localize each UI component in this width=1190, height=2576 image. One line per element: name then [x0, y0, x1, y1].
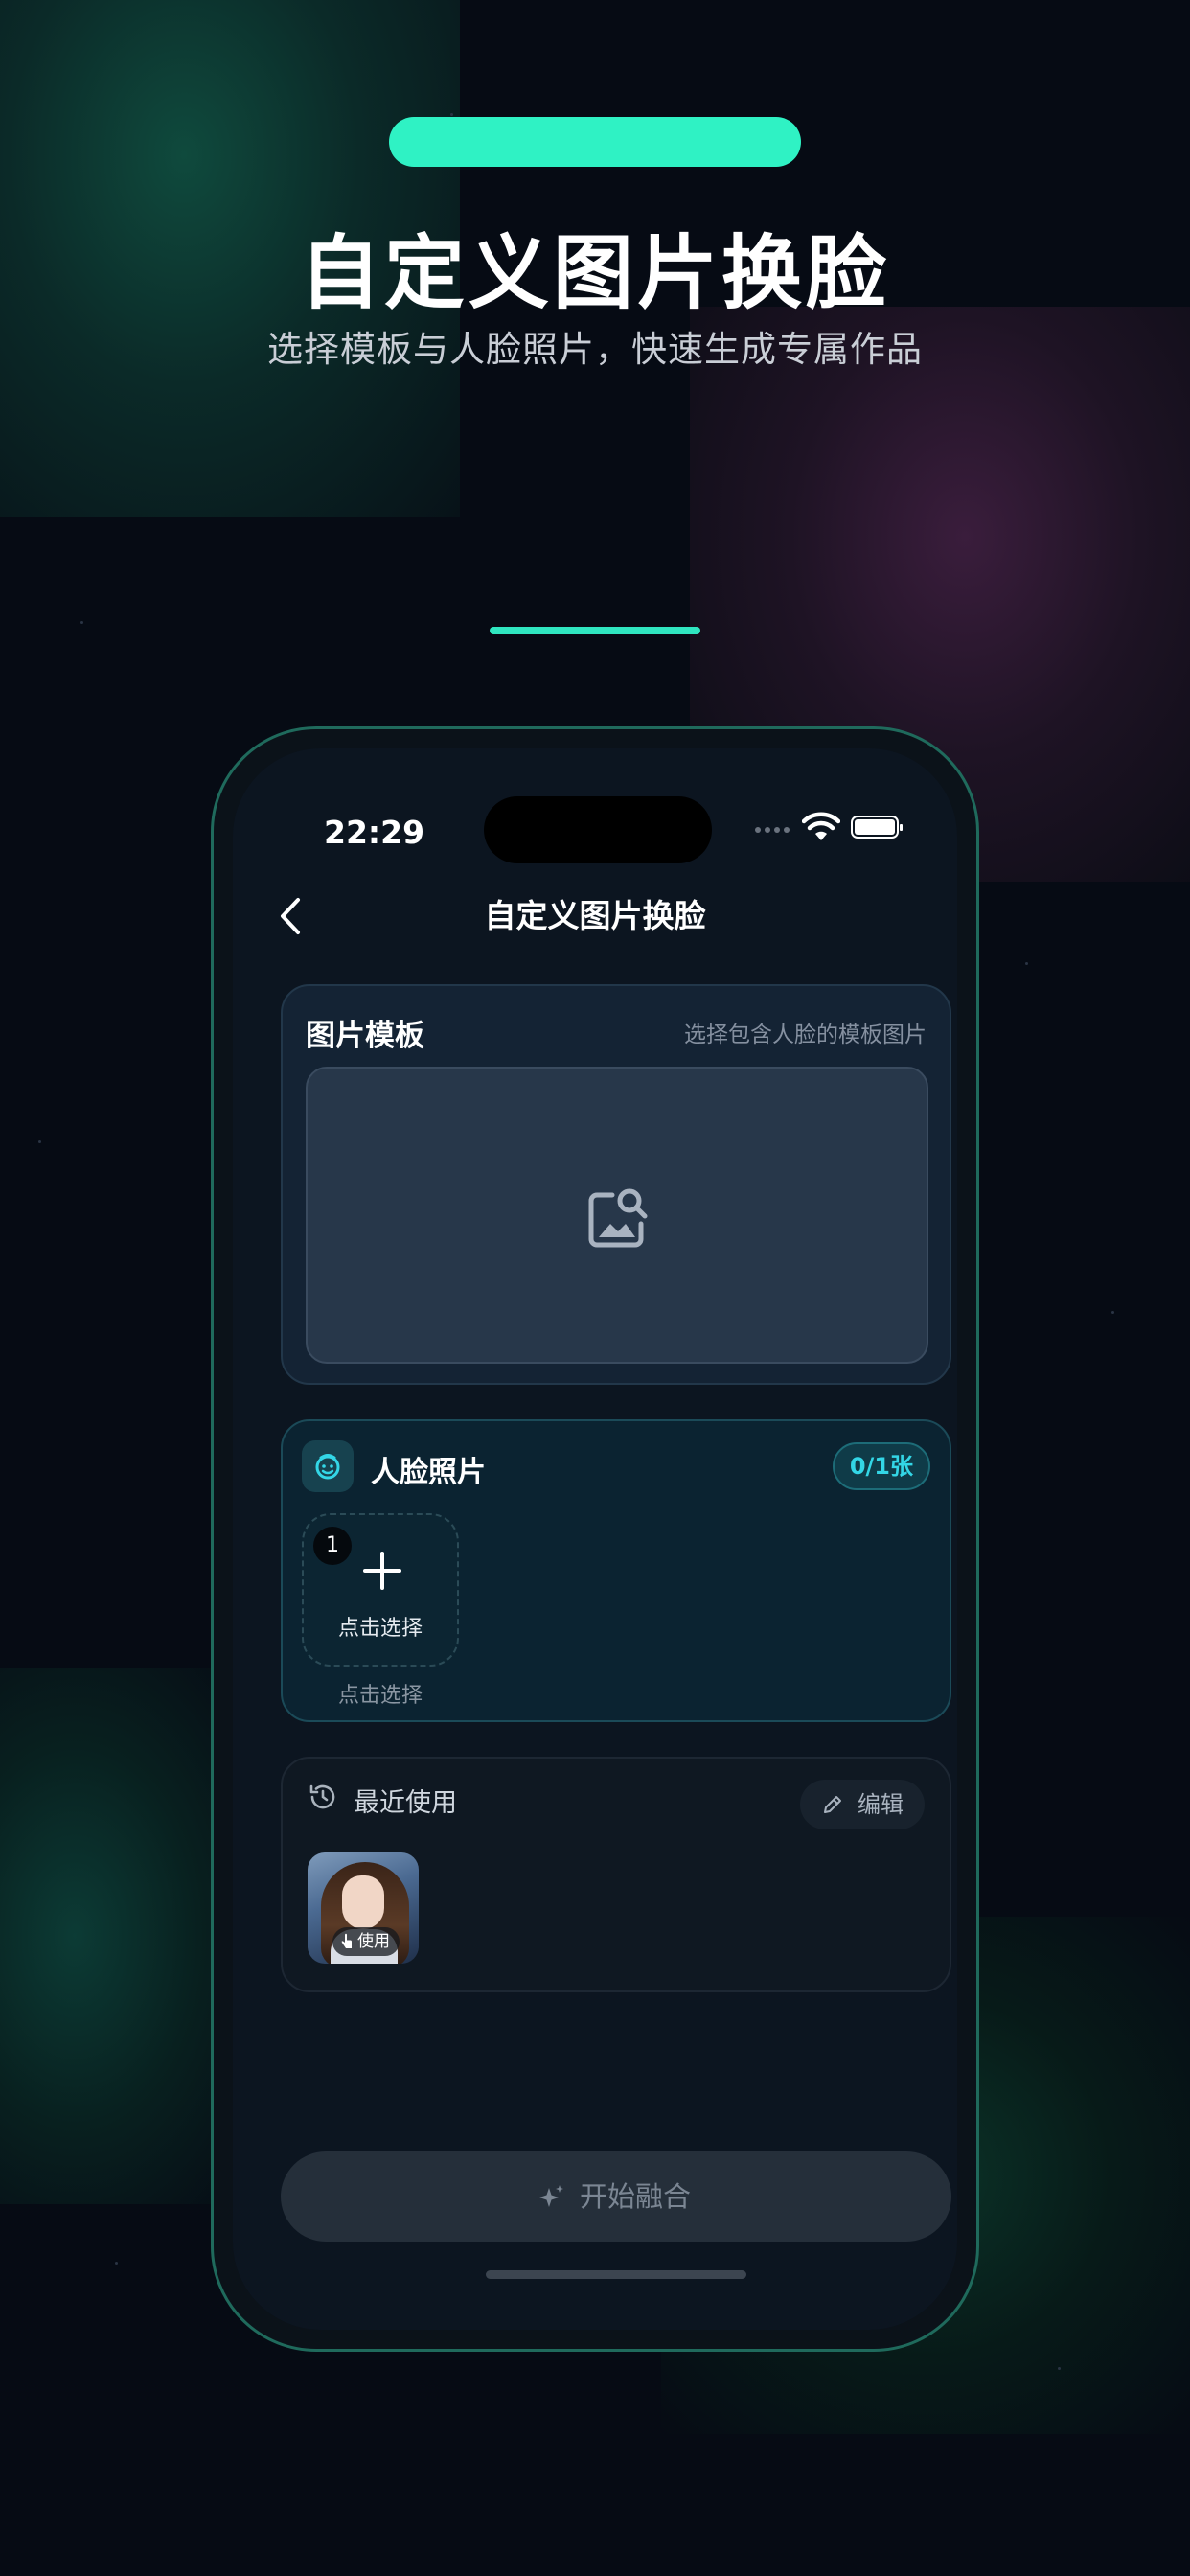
recent-card-title: 最近使用 — [354, 1788, 457, 1818]
hero-title: 自定义图片换脸 — [299, 226, 890, 320]
battery-icon — [851, 816, 903, 839]
image-search-icon — [588, 1188, 648, 1248]
use-tag-label: 使用 — [357, 1932, 390, 1951]
wifi-icon — [802, 812, 840, 840]
background-star — [450, 113, 453, 116]
template-card-title: 图片模板 — [306, 1019, 424, 1053]
face-count-badge: 0/1张 — [832, 1442, 930, 1490]
recent-face-thumbnail[interactable]: 使用 — [308, 1852, 419, 1964]
phone-frame: 22:29 自定义图片换脸 图片模板 选择包含人脸的模板图片 人脸照片 0/1张… — [211, 726, 979, 2352]
template-card-hint: 选择包含人脸的模板图片 — [684, 1023, 927, 1047]
plus-icon — [363, 1552, 401, 1590]
start-fusion-label: 开始融合 — [580, 2180, 692, 2213]
start-fusion-button[interactable]: 开始融合 — [281, 2151, 951, 2242]
template-card: 图片模板 选择包含人脸的模板图片 — [281, 984, 951, 1385]
background-star — [115, 2262, 118, 2265]
sparkle-icon — [539, 2185, 563, 2207]
recent-card: 最近使用 编辑 使用 — [281, 1757, 951, 1992]
edit-button-label: 编辑 — [858, 1791, 904, 1818]
background-star — [1025, 962, 1028, 965]
face-icon-box — [302, 1440, 354, 1492]
top-accent-pill — [389, 117, 801, 167]
face-select-slot[interactable]: 1 点击选择 — [302, 1513, 459, 1667]
face-card-title: 人脸照片 — [371, 1456, 486, 1489]
template-upload-area[interactable] — [306, 1067, 928, 1364]
phone-screen: 22:29 自定义图片换脸 图片模板 选择包含人脸的模板图片 人脸照片 0/1张… — [233, 748, 957, 2330]
history-icon — [309, 1784, 335, 1809]
home-indicator — [486, 2270, 746, 2279]
background-star — [1111, 1311, 1114, 1314]
slot-label: 点击选择 — [337, 1617, 423, 1641]
background-star — [80, 621, 83, 624]
edit-button[interactable]: 编辑 — [800, 1780, 925, 1829]
cellular-signal-icon — [755, 827, 790, 833]
dynamic-island — [484, 796, 712, 863]
background-star — [1058, 2367, 1061, 2370]
face-icon — [315, 1454, 340, 1480]
page-title: 自定义图片换脸 — [484, 897, 706, 934]
accent-divider — [490, 627, 700, 634]
face-photo-card: 人脸照片 0/1张 1 点击选择 点击选择 — [281, 1419, 951, 1722]
hero-subtitle: 选择模板与人脸照片，快速生成专属作品 — [267, 329, 923, 370]
slot-number-badge: 1 — [313, 1527, 352, 1565]
use-tag[interactable]: 使用 — [332, 1927, 400, 1956]
status-time: 22:29 — [324, 814, 425, 851]
background-star — [38, 1140, 41, 1143]
thumbnail-face — [342, 1875, 384, 1929]
pencil-icon — [824, 1796, 841, 1813]
hand-pointer-icon — [341, 1933, 352, 1948]
slot-caption: 点击选择 — [337, 1684, 423, 1708]
